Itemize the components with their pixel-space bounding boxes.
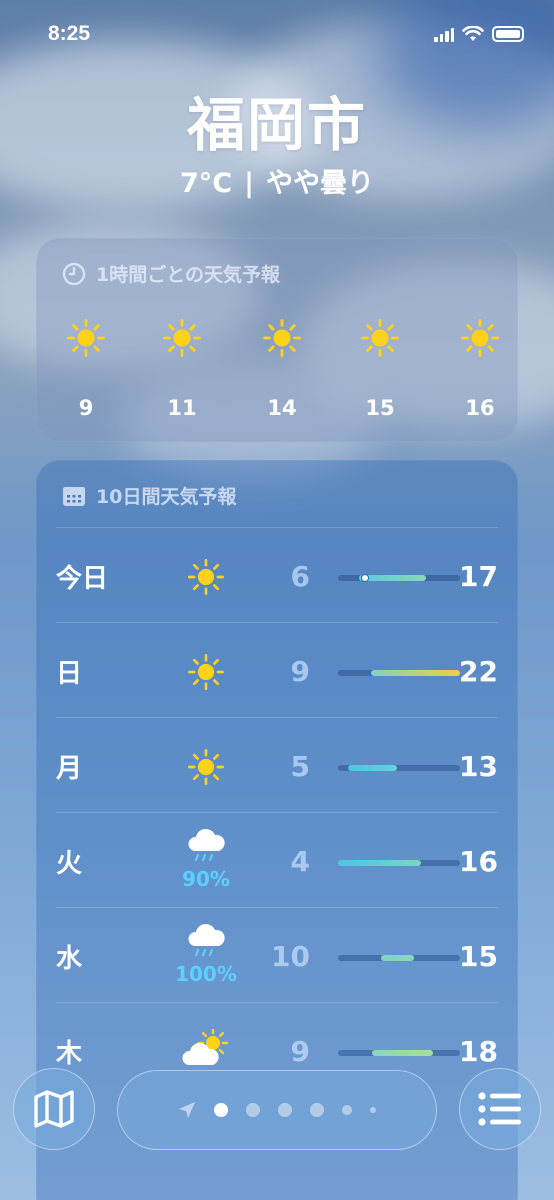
temperature-range-track (338, 955, 460, 961)
sun-icon (188, 559, 224, 595)
map-button[interactable] (13, 1068, 95, 1150)
sun-icon (188, 749, 224, 785)
daily-card-title: 10日間天気予報 (62, 482, 236, 509)
low-temperature: 10 (271, 940, 310, 973)
clock-icon (62, 262, 86, 285)
temperature-range-bar (370, 670, 460, 676)
weather-icon-cell (170, 1027, 242, 1073)
hour-item: 14 (252, 318, 312, 420)
rain-cloud-icon (188, 828, 225, 862)
day-label: 月 (56, 754, 83, 784)
sun-icon (188, 654, 224, 690)
status-bar: 8:25 (0, 0, 554, 70)
hour-item: 15 (350, 318, 410, 420)
daily-title-text: 10日間天気予報 (96, 486, 237, 508)
precipitation-chance: 90% (182, 867, 230, 891)
page-dot[interactable] (278, 1103, 292, 1117)
page-dot[interactable] (310, 1103, 324, 1117)
condition-text: やや曇り (265, 168, 374, 199)
day-label: 木 (56, 1039, 83, 1069)
low-temperature: 9 (290, 1035, 310, 1068)
current-temperature-dot (360, 574, 369, 582)
sun-icon (163, 319, 201, 357)
hour-label: 11 (167, 396, 197, 420)
hour-label: 14 (267, 396, 297, 420)
forecast-row[interactable]: 月 5 13 (56, 717, 498, 812)
weather-icon-cell (170, 748, 242, 790)
city-name: 福岡市 (186, 91, 367, 159)
low-temperature: 6 (290, 560, 310, 593)
page-dot[interactable] (342, 1105, 352, 1115)
locations-list-button[interactable] (459, 1068, 541, 1150)
high-temperature: 18 (459, 1035, 498, 1068)
hourly-title-text: 1時間ごとの天気予報 (96, 264, 281, 286)
hourly-card-title: 1時間ごとの天気予報 (62, 260, 280, 287)
temperature-range-bar (380, 955, 414, 961)
bottom-toolbar (0, 1068, 554, 1158)
high-temperature: 17 (459, 560, 498, 593)
battery-icon (492, 26, 524, 42)
location-header: 福岡市 7°C | やや曇り (0, 90, 554, 202)
forecast-row[interactable]: 今日 6 17 (56, 527, 498, 622)
page-dots (214, 1103, 376, 1117)
sun-icon (461, 319, 499, 357)
temperature-range-bar (372, 1050, 434, 1056)
temperature-range-track (338, 670, 460, 676)
weather-icon-cell (170, 558, 242, 600)
hourly-forecast-card[interactable]: 1時間ごとの天気予報 9 11 14 15 16 (36, 238, 518, 442)
day-label: 日 (56, 659, 83, 689)
sun-icon (263, 319, 301, 357)
precipitation-chance: 100% (175, 962, 237, 986)
temperature-range-bar (358, 575, 426, 581)
forecast-row[interactable]: 水 100% 10 15 (56, 907, 498, 1002)
partly-cloudy-icon (182, 1027, 229, 1065)
map-icon (34, 1090, 74, 1128)
hour-label: 15 (365, 396, 395, 420)
rain-cloud-icon (188, 923, 225, 957)
current-conditions: 7°C | やや曇り (0, 166, 554, 202)
status-time: 8:25 (48, 22, 91, 45)
temperature-range-track (338, 574, 460, 582)
hour-label: 9 (78, 396, 94, 420)
high-temperature: 15 (459, 940, 498, 973)
weather-icon-cell: 90% (170, 827, 242, 891)
status-icons (434, 26, 524, 42)
day-label: 今日 (56, 564, 109, 594)
low-temperature: 5 (290, 750, 310, 783)
day-label: 水 (56, 944, 83, 974)
current-location-arrow-icon[interactable] (178, 1101, 196, 1119)
current-temperature: 7°C (180, 168, 233, 199)
hour-item: 11 (152, 318, 212, 420)
page-dot[interactable] (370, 1107, 376, 1113)
page-dot[interactable] (214, 1103, 228, 1117)
list-icon (478, 1092, 521, 1126)
weather-icon-cell (170, 653, 242, 695)
forecast-row[interactable]: 日 9 22 (56, 622, 498, 717)
calendar-icon (63, 486, 85, 506)
sun-icon (361, 319, 399, 357)
day-label: 火 (56, 849, 83, 879)
temperature-range-track (338, 765, 460, 771)
low-temperature: 4 (290, 845, 310, 878)
hour-item: 9 (56, 318, 116, 420)
temperature-range-track (338, 1050, 460, 1056)
page-dot[interactable] (246, 1103, 260, 1117)
wifi-icon (462, 26, 484, 41)
sun-icon (67, 319, 105, 357)
location-pager[interactable] (117, 1070, 437, 1150)
temperature-range-bar (338, 860, 421, 866)
hour-label: 16 (465, 396, 495, 420)
temperature-range-bar (347, 765, 397, 771)
forecast-row[interactable]: 火 90% 4 16 (56, 812, 498, 907)
separator: | (244, 168, 254, 199)
high-temperature: 16 (459, 845, 498, 878)
cellular-signal-icon (434, 26, 454, 42)
high-temperature: 22 (459, 655, 498, 688)
hour-item: 16 (450, 318, 510, 420)
low-temperature: 9 (290, 655, 310, 688)
weather-icon-cell: 100% (170, 922, 242, 986)
temperature-range-track (338, 860, 460, 866)
high-temperature: 13 (459, 750, 498, 783)
